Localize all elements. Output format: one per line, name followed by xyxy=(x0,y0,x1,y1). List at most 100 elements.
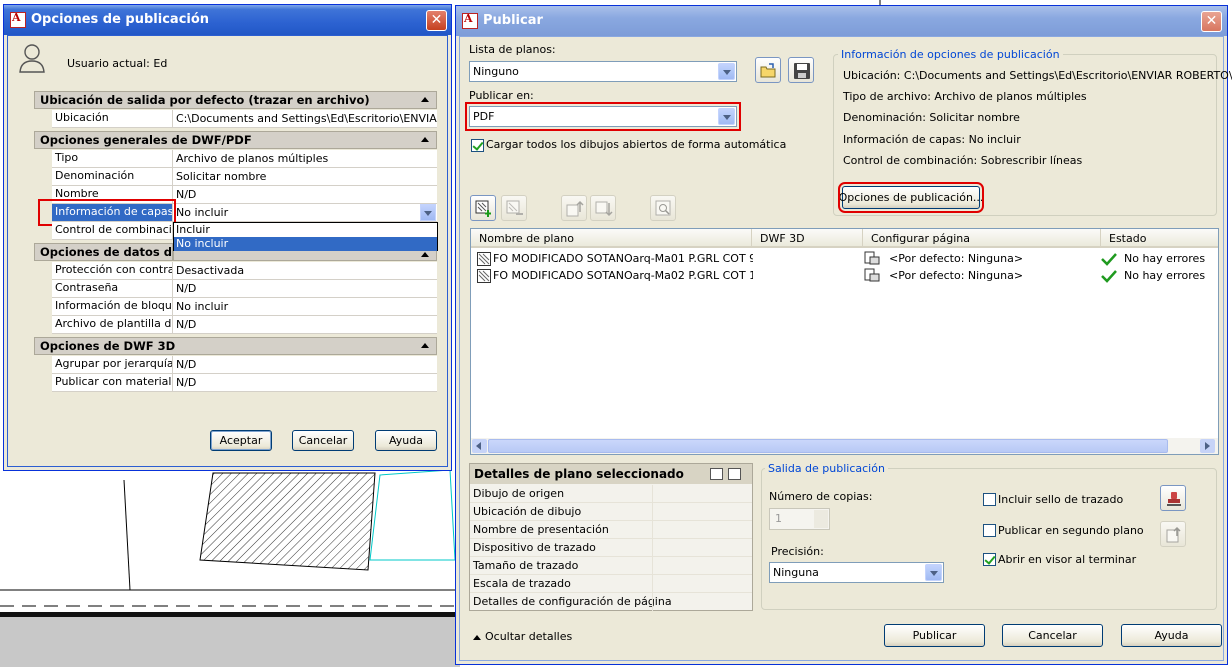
horizontal-scrollbar[interactable] xyxy=(471,438,1218,454)
save-sheet-list-button[interactable] xyxy=(788,57,814,83)
prop-value[interactable]: No incluir xyxy=(174,298,437,315)
prop-row-contrasena[interactable]: Contraseña N/D xyxy=(52,280,437,298)
section-dwf-data[interactable]: Opciones de datos de DWF xyxy=(34,243,173,261)
help-button[interactable]: Ayuda xyxy=(1121,624,1222,647)
table-row[interactable]: FO MODIFICADO SOTANOarq-Ma01 P.GRL COT 9… xyxy=(471,251,1218,268)
section-general-dwf-pdf[interactable]: Opciones generales de DWF/PDF xyxy=(34,131,437,149)
dialog-title: Opciones de publicación xyxy=(31,12,210,27)
spinner-down-icon[interactable] xyxy=(814,519,828,528)
prop-value[interactable]: Solicitar nombre xyxy=(174,168,437,185)
prop-row-bloque[interactable]: Información de bloque No incluir xyxy=(52,298,437,316)
load-sheet-list-button[interactable] xyxy=(755,57,781,83)
auto-load-checkbox[interactable] xyxy=(471,139,484,152)
autocad-app-icon xyxy=(10,11,26,28)
remove-sheets-button[interactable] xyxy=(501,195,527,221)
prop-row-materiales[interactable]: Publicar con materiales N/D xyxy=(52,374,437,392)
chevron-down-icon[interactable] xyxy=(718,108,735,125)
section-title: Opciones de datos de DWF xyxy=(40,245,173,259)
accept-button[interactable]: Aceptar xyxy=(210,430,272,451)
open-viewer-label: Abrir en visor al terminar xyxy=(998,553,1137,566)
publish-background-checkbox[interactable] xyxy=(983,524,996,537)
collapse-arrow-icon[interactable] xyxy=(421,137,429,142)
option-incluir[interactable]: Incluir xyxy=(174,223,437,237)
include-stamp-checkbox[interactable] xyxy=(983,493,996,506)
move-sheet-down-button[interactable] xyxy=(590,195,616,221)
chevron-down-icon[interactable] xyxy=(925,564,942,581)
publish-to-value: PDF xyxy=(473,110,495,123)
copies-spinner[interactable]: 1 xyxy=(769,508,830,530)
open-viewer-checkbox[interactable] xyxy=(983,553,996,566)
prop-row-tipo[interactable]: Tipo Archivo de planos múltiples xyxy=(52,150,437,168)
prop-key: Archivo de plantilla de... xyxy=(52,316,173,333)
add-sheet-icon xyxy=(475,200,491,217)
prop-value[interactable]: C:\Documents and Settings\Ed\Escritorio\… xyxy=(174,110,437,127)
details-view-icon[interactable] xyxy=(710,468,723,480)
page-setup-value[interactable]: <Por defecto: Ninguna> xyxy=(889,269,1023,282)
prop-value[interactable]: N/D xyxy=(174,186,437,203)
prop-value[interactable]: Archivo de planos múltiples xyxy=(174,150,437,167)
cancel-button[interactable]: Cancelar xyxy=(292,430,354,451)
scroll-thumb[interactable] xyxy=(488,439,1168,453)
section-dwf-data-tail xyxy=(173,251,437,261)
chevron-down-icon[interactable] xyxy=(718,63,735,80)
section-output-location[interactable]: Ubicación de salida por defecto (trazar … xyxy=(34,91,437,109)
preview-button[interactable] xyxy=(650,195,676,221)
remove-sheet-icon xyxy=(506,200,523,215)
close-button[interactable]: ✕ xyxy=(426,10,447,31)
publish-button[interactable]: Publicar xyxy=(884,624,985,647)
prop-key: Ubicación xyxy=(52,110,173,127)
dropdown-button[interactable] xyxy=(420,204,436,221)
publish-to-select[interactable]: PDF xyxy=(465,102,741,131)
move-sheet-up-button[interactable] xyxy=(561,195,587,221)
prop-value[interactable]: N/D xyxy=(174,356,437,373)
collapse-arrow-icon[interactable] xyxy=(421,97,429,102)
scroll-right-button[interactable] xyxy=(1200,439,1215,453)
details-zoom-icon[interactable] xyxy=(728,468,741,480)
chevron-left-icon xyxy=(476,442,481,450)
info-location: Ubicación: C:\Documents and Settings\Ed\… xyxy=(843,69,1232,82)
detail-row: Nombre de presentación xyxy=(470,521,752,539)
prop-value[interactable]: N/D xyxy=(174,280,437,297)
page-setup-value[interactable]: <Por defecto: Ninguna> xyxy=(889,252,1023,265)
hide-details-toggle[interactable]: Ocultar detalles xyxy=(473,630,572,643)
precision-select[interactable]: Ninguna xyxy=(769,562,944,583)
scroll-left-button[interactable] xyxy=(472,439,487,453)
prop-row-proteccion[interactable]: Protección con contra... Desactivada xyxy=(52,262,437,280)
title-bar[interactable]: Opciones de publicación ✕ xyxy=(4,5,451,35)
collapse-arrow-icon[interactable] xyxy=(421,343,429,348)
publish-options-button[interactable]: Opciones de publicación... xyxy=(838,182,984,213)
prop-value[interactable]: N/D xyxy=(174,316,437,333)
column-header-status[interactable]: Estado xyxy=(1101,229,1218,248)
cancel-button[interactable]: Cancelar xyxy=(1002,624,1103,647)
precision-value: Ninguna xyxy=(773,566,819,579)
section-dwf-3d[interactable]: Opciones de DWF 3D xyxy=(34,337,437,355)
column-header-sheet-name[interactable]: Nombre de plano xyxy=(471,229,752,248)
export-sheet-icon xyxy=(1166,526,1181,543)
add-sheets-button[interactable] xyxy=(470,195,496,221)
option-no-incluir[interactable]: No incluir xyxy=(174,237,437,251)
folder-open-icon xyxy=(760,63,776,78)
prop-value[interactable]: No incluir xyxy=(174,204,437,221)
prop-row-plantilla[interactable]: Archivo de plantilla de...N/D xyxy=(52,316,437,334)
help-button[interactable]: Ayuda xyxy=(375,430,437,451)
prop-value[interactable]: N/D xyxy=(174,374,437,391)
prop-row-ubicacion[interactable]: Ubicación C:\Documents and Settings\Ed\Es… xyxy=(52,110,437,128)
collapse-arrow-icon[interactable] xyxy=(421,252,429,257)
table-row[interactable]: FO MODIFICADO SOTANOarq-Ma02 P.GRL COT 1… xyxy=(471,268,1218,285)
prop-row-agrupar[interactable]: Agrupar por jerarquía... N/D xyxy=(52,356,437,374)
column-header-page-setup[interactable]: Configurar página xyxy=(863,229,1101,248)
title-bar[interactable]: Publicar ✕ xyxy=(456,6,1227,36)
include-stamp-label: Incluir sello de trazado xyxy=(998,493,1124,506)
plot-stamp-settings-button[interactable] xyxy=(1160,485,1186,511)
prop-value[interactable]: Desactivada xyxy=(174,262,437,279)
page-setup-export-button[interactable] xyxy=(1160,521,1186,547)
chevron-up-icon xyxy=(473,634,481,640)
detail-row: Escala de trazado xyxy=(470,575,752,593)
publish-to-label: Publicar en: xyxy=(469,89,534,102)
prop-row-denominacion[interactable]: Denominación Solicitar nombre xyxy=(52,168,437,186)
close-button[interactable]: ✕ xyxy=(1201,11,1222,32)
spinner-up-icon[interactable] xyxy=(814,510,828,519)
status-value: No hay errores xyxy=(1124,252,1206,265)
column-header-dwf3d[interactable]: DWF 3D xyxy=(752,229,863,248)
sheet-list-select[interactable]: Ninguno xyxy=(469,61,737,82)
